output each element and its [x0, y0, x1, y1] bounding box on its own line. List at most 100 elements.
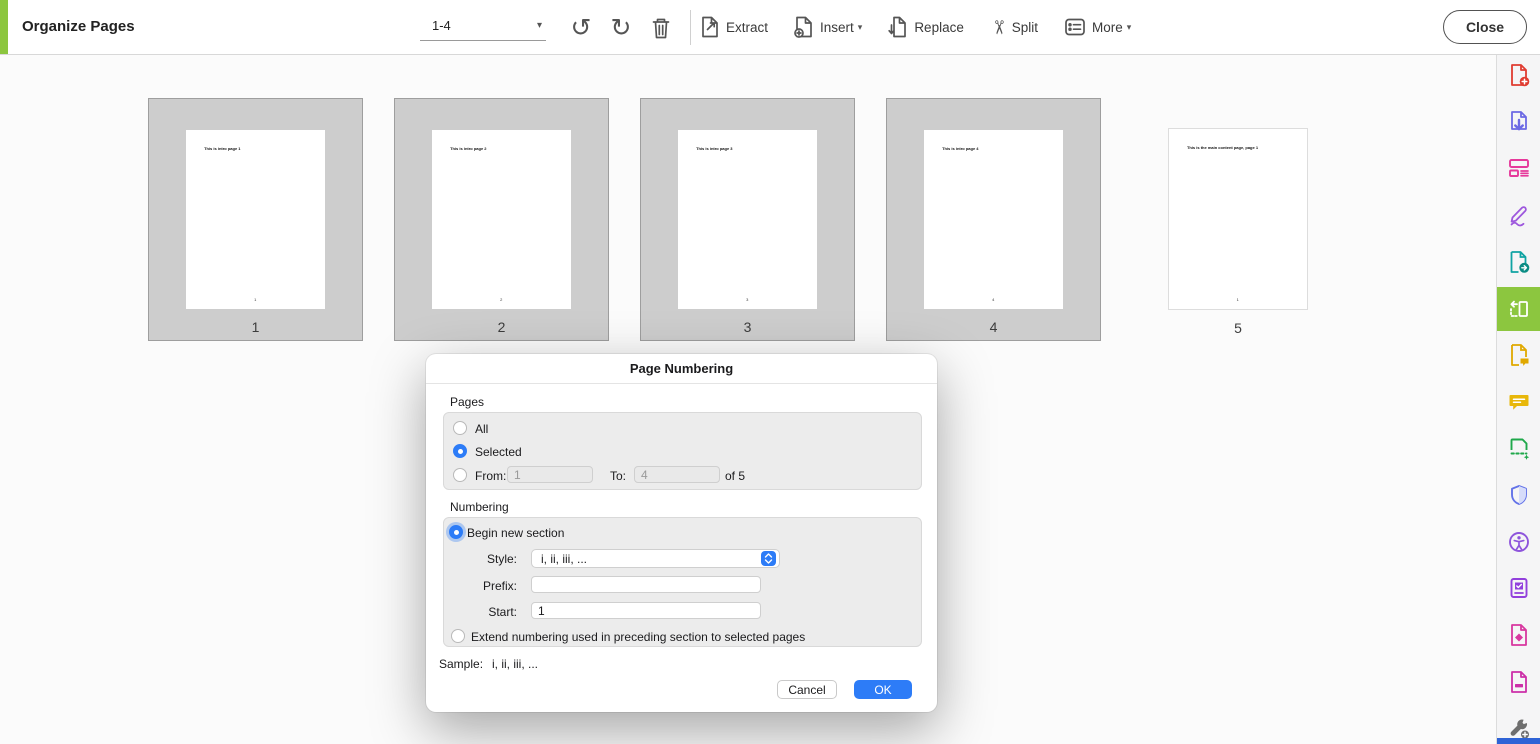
prefix-input[interactable]	[531, 576, 761, 593]
comment-icon	[1507, 390, 1531, 414]
close-label: Close	[1466, 19, 1504, 35]
sidebar-tool-scan-ocr[interactable]	[1497, 428, 1540, 468]
page-folio: 4	[992, 297, 994, 302]
sidebar-tool-accessibility[interactable]	[1497, 522, 1540, 562]
page-content-text: This is intro page 2	[450, 146, 486, 151]
stepper-icon	[761, 551, 776, 566]
split-button[interactable]: ✂ Split	[990, 18, 1038, 37]
close-button[interactable]: Close	[1443, 10, 1527, 44]
compress-pdf-icon	[1507, 623, 1531, 647]
page-thumbnail-4[interactable]: This is intro page 4 4 4	[886, 98, 1101, 341]
toolbar-actions: Extract Insert ▾ Replace ✂ Split	[700, 0, 1131, 54]
start-input[interactable]	[531, 602, 761, 619]
insert-page-icon	[794, 16, 814, 38]
page-thumbnail-3[interactable]: This is intro page 3 3 3	[640, 98, 855, 341]
file-comment-icon	[1507, 343, 1531, 367]
page-preview: This is intro page 1 1	[186, 130, 325, 309]
page-thumbnail-5[interactable]: This is the main content page, page 1 1 …	[1148, 98, 1328, 341]
rotate-cw-icon: ↻	[611, 16, 632, 41]
from-input[interactable]	[507, 466, 593, 483]
thumbnail-number: 3	[641, 319, 854, 335]
sidebar-tool-create-pdf[interactable]	[1497, 55, 1540, 95]
page-preview: This is intro page 2 2	[432, 130, 571, 309]
radio-begin-new-section[interactable]	[449, 525, 463, 539]
delete-pages-button[interactable]	[644, 11, 678, 45]
extract-label: Extract	[726, 20, 768, 35]
sidebar-tool-organize-pages[interactable]	[1497, 287, 1540, 331]
numbering-section-panel: Begin new section Style: i, ii, iii, ...…	[443, 517, 922, 647]
page-range-value: 1-4	[432, 18, 451, 33]
page-content-text: This is intro page 3	[696, 146, 732, 151]
create-pdf-icon	[1507, 63, 1531, 87]
accessibility-icon	[1507, 530, 1531, 554]
cancel-button[interactable]: Cancel	[777, 680, 837, 699]
start-label: Start:	[457, 605, 517, 619]
sidebar-tool-protect[interactable]	[1497, 475, 1540, 515]
rotate-ccw-icon: ↺	[571, 16, 592, 41]
more-button[interactable]: More ▾	[1064, 16, 1131, 38]
trash-icon	[650, 16, 672, 40]
prepare-form-icon	[1507, 576, 1531, 600]
fill-sign-icon	[1507, 203, 1531, 227]
rotate-left-button[interactable]: ↺	[564, 11, 598, 45]
replace-page-icon	[888, 16, 908, 38]
sample-value: i, ii, iii, ...	[492, 657, 538, 671]
page-preview: This is the main content page, page 1 1	[1168, 128, 1308, 310]
thumbnail-number: 5	[1148, 320, 1328, 336]
list-options-icon	[1064, 16, 1086, 38]
sidebar-tool-compress[interactable]	[1497, 615, 1540, 655]
page-preview: This is intro page 3 3	[678, 130, 817, 309]
ok-label: OK	[874, 683, 891, 697]
redact-icon	[1507, 670, 1531, 694]
numbering-section-label: Numbering	[450, 500, 509, 514]
scissors-icon: ✂	[988, 19, 1007, 35]
page-folio: 1	[254, 297, 256, 302]
sidebar-tool-prepare-form[interactable]	[1497, 568, 1540, 608]
radio-selected[interactable]	[453, 444, 467, 458]
thumbnail-number: 4	[887, 319, 1100, 335]
replace-button[interactable]: Replace	[888, 16, 964, 38]
sidebar-tool-fill-sign[interactable]	[1497, 195, 1540, 235]
sidebar-tool-export-pdf[interactable]	[1497, 102, 1540, 142]
more-label: More	[1092, 20, 1123, 35]
extract-button[interactable]: Extract	[700, 16, 768, 38]
tools-sidebar	[1496, 55, 1540, 744]
radio-from[interactable]	[453, 468, 467, 482]
rotate-right-button[interactable]: ↻	[604, 11, 638, 45]
replace-label: Replace	[914, 20, 964, 35]
page-range-select[interactable]: 1-4 ▾	[420, 13, 546, 41]
organize-pages-icon	[1507, 297, 1531, 321]
sidebar-tool-comment[interactable]	[1497, 382, 1540, 422]
thumbnail-number: 2	[395, 319, 608, 335]
edit-pdf-icon	[1507, 156, 1531, 180]
chevron-down-icon: ▾	[537, 20, 542, 31]
ok-button[interactable]: OK	[854, 680, 912, 699]
page-content-text: This is the main content page, page 1	[1187, 145, 1258, 150]
style-select[interactable]: i, ii, iii, ...	[531, 549, 780, 568]
sidebar-tool-redact[interactable]	[1497, 662, 1540, 702]
organize-pages-screen: Organize Pages 1-4 ▾ ↺ ↻ Extract	[0, 0, 1540, 744]
sidebar-tool-send-file[interactable]	[1497, 242, 1540, 282]
page-numbering-dialog: Page Numbering Pages All Selected From: …	[426, 354, 937, 712]
pages-section-label: Pages	[450, 395, 484, 409]
page-title: Organize Pages	[22, 0, 135, 54]
from-label: From:	[475, 469, 506, 483]
page-thumbnail-1[interactable]: This is intro page 1 1 1	[148, 98, 363, 341]
radio-extend-numbering[interactable]	[451, 629, 465, 643]
page-thumbnail-2[interactable]: This is intro page 2 2 2	[394, 98, 609, 341]
radio-all[interactable]	[453, 421, 467, 435]
page-content-text: This is intro page 1	[204, 146, 240, 151]
sidebar-tool-edit-pdf[interactable]	[1497, 148, 1540, 188]
to-input[interactable]	[634, 466, 720, 483]
thumbnail-number: 1	[149, 319, 362, 335]
add-tools-icon	[1507, 716, 1531, 740]
chevron-down-icon: ▾	[1127, 22, 1132, 33]
export-pdf-icon	[1507, 110, 1531, 134]
protect-shield-icon	[1507, 483, 1531, 507]
green-accent-bar	[0, 0, 8, 54]
radio-all-label: All	[475, 422, 488, 436]
page-folio: 2	[500, 297, 502, 302]
sidebar-tool-file-comment[interactable]	[1497, 335, 1540, 375]
extend-numbering-label: Extend numbering used in preceding secti…	[471, 630, 805, 644]
insert-button[interactable]: Insert ▾	[794, 16, 862, 38]
